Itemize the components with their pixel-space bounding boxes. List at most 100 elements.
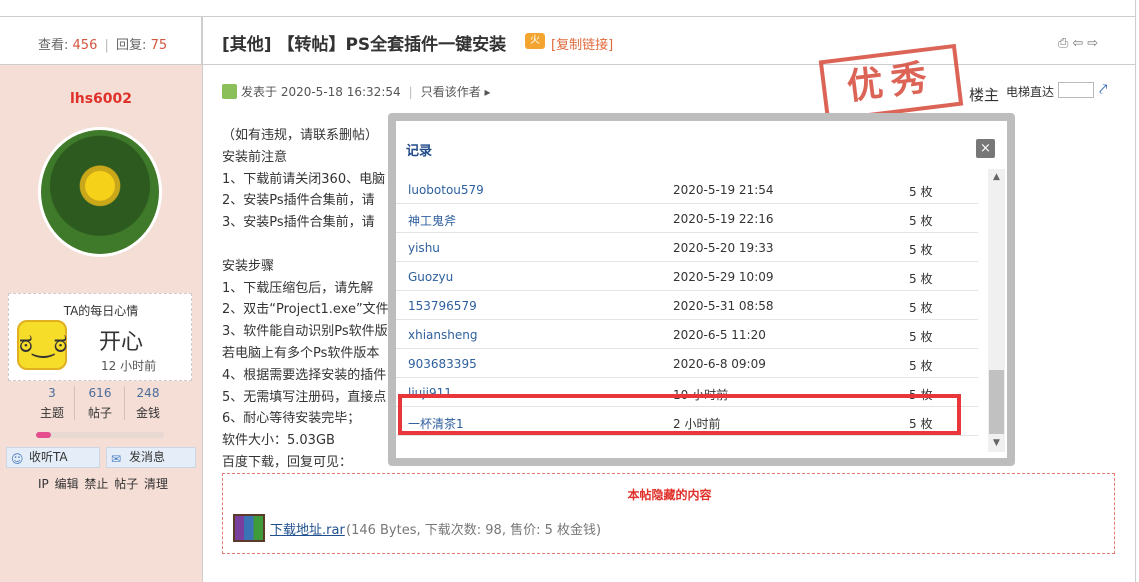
stat-divider <box>0 64 202 65</box>
online-status-icon <box>222 84 237 99</box>
stat-label: 金钱 <box>135 406 160 420</box>
record-amount: 5 枚 <box>909 359 933 373</box>
stat-money[interactable]: 248 金钱 <box>123 386 173 421</box>
floor-label: 楼主 <box>969 86 1000 104</box>
post-line: 1、下载压缩包后，请先解 <box>222 280 374 296</box>
record-time: 2020-5-20 19:33 <box>673 241 774 255</box>
record-amount: 5 枚 <box>909 214 933 228</box>
stat-label: 帖子 <box>87 406 112 420</box>
print-prev-next-icons[interactable]: ⎙⇦⇨ <box>1058 36 1102 51</box>
jump-label: 电梯直达 <box>1006 85 1055 99</box>
record-user[interactable]: yishu <box>408 241 440 255</box>
replies-count: 75 <box>150 38 168 53</box>
record-row: yishu 2020-5-20 19:33 5 枚 <box>396 233 978 262</box>
post-line: 1、下载前请关闭360、电脑 <box>222 171 386 187</box>
post-line: 若电脑上有多个Ps软件版本 <box>222 345 380 361</box>
scroll-up-icon[interactable]: ▲ <box>988 169 1005 186</box>
header-divider <box>203 64 1135 65</box>
record-amount: 5 枚 <box>909 243 933 257</box>
record-user[interactable]: 903683395 <box>408 357 477 371</box>
hidden-content-box: 本帖隐藏的内容 下载地址.rar (146 Bytes, 下载次数: 98, 售… <box>222 473 1115 554</box>
mood-time: 12 小时前 <box>101 359 157 373</box>
only-author-link[interactable]: 只看该作者 <box>421 85 481 99</box>
user-stats: 3 主题 616 帖子 248 金钱 <box>24 386 174 422</box>
stat-posts[interactable]: 616 帖子 <box>75 386 125 421</box>
copy-link[interactable]: [复制链接] <box>551 34 613 53</box>
scroll-down-icon[interactable]: ▼ <box>988 435 1005 452</box>
stat-label: 主题 <box>39 406 64 420</box>
admin-links[interactable]: IP 编辑 禁止 帖子 清理 <box>38 475 168 492</box>
post-line: 3、软件能自动识别Ps软件版 <box>222 324 388 340</box>
views-label: 查看: <box>38 38 69 53</box>
follow-label: 收听TA <box>29 450 68 464</box>
level-progress <box>36 432 164 438</box>
record-user[interactable]: 神工鬼斧 <box>408 212 456 229</box>
download-link[interactable]: 下载地址.rar <box>270 519 345 538</box>
column-divider <box>202 17 203 582</box>
play-arrow-icon: ▸ <box>484 85 491 99</box>
post-line: 百度下载，回复可见： <box>222 454 353 470</box>
record-time: 2020-6-8 09:09 <box>673 357 766 371</box>
record-user[interactable]: xhiansheng <box>408 328 477 342</box>
record-row: 153796579 2020-5-31 08:58 5 枚 <box>396 291 978 320</box>
post-line: 5、无需填写注册码，直接点 <box>222 389 387 405</box>
author-name[interactable]: lhs6002 <box>0 91 202 107</box>
record-user[interactable]: Guozyu <box>408 270 453 284</box>
jump-go-icon[interactable]: ⤤ <box>1099 80 1107 98</box>
record-amount: 5 枚 <box>909 330 933 344</box>
post-line: 2、双击“Project1.exe”文件 <box>222 302 389 318</box>
thread-title: [其他] 【转帖】PS全套插件一键安装 <box>222 35 507 55</box>
close-icon[interactable]: × <box>976 139 995 158</box>
stat-threads[interactable]: 3 主题 <box>27 386 77 421</box>
mail-icon: ✉ <box>111 452 122 466</box>
daily-mood: TA的每日心情 ಠ‿ಠ 开心 12 小时前 <box>8 293 192 381</box>
avatar[interactable] <box>38 127 162 257</box>
post-meta: 发表于 2020-5-18 16:32:54 | 只看该作者 ▸ <box>222 83 491 100</box>
record-time: 2020-5-19 21:54 <box>673 183 774 197</box>
hot-icon: 火 <box>525 33 545 49</box>
post-line: （如有违规，请联系删帖） <box>222 128 379 143</box>
level-progress-fill <box>36 432 52 438</box>
dialog-scrollbar[interactable]: ▲ ▼ <box>988 169 1005 452</box>
thread-page: 查看: 456 | 回复: 75 [其他] 【转帖】PS全套插件一键安装 火 [… <box>0 0 1139 582</box>
record-user[interactable]: 153796579 <box>408 299 477 313</box>
record-row: luobotou579 2020-5-19 21:54 5 枚 <box>396 175 978 204</box>
stats-separator: | <box>104 38 109 53</box>
right-border <box>1135 0 1136 582</box>
record-row: 神工鬼斧 2020-5-19 22:16 5 枚 <box>396 204 978 233</box>
views-count: 456 <box>72 38 98 53</box>
post-line: 6、耐心等待安装完毕； <box>222 411 361 427</box>
thread-stats: 查看: 456 | 回复: 75 <box>38 34 167 53</box>
message-label: 发消息 <box>129 450 166 464</box>
record-time: 2020-5-29 10:09 <box>673 270 774 284</box>
follow-button[interactable]: ☺ 收听TA <box>6 447 100 468</box>
dialog-title: 记录 <box>406 144 433 159</box>
follow-icon: ☺ <box>11 452 24 466</box>
replies-label: 回复: <box>116 38 147 53</box>
download-info: (146 Bytes, 下载次数: 98, 售价: 5 枚金钱) <box>346 523 602 538</box>
highlight-box <box>398 394 961 435</box>
stat-value: 616 <box>88 386 112 400</box>
record-amount: 5 枚 <box>909 272 933 286</box>
record-row: Guozyu 2020-5-29 10:09 5 枚 <box>396 262 978 291</box>
post-line: 3、安装Ps插件合集前，请 <box>222 215 375 231</box>
record-row: xhiansheng 2020-6-5 11:20 5 枚 <box>396 320 978 349</box>
hidden-content-title: 本帖隐藏的内容 <box>627 488 712 502</box>
posted-at: 发表于 2020-5-18 16:32:54 <box>241 85 401 99</box>
record-row: 903683395 2020-6-8 09:09 5 枚 <box>396 349 978 378</box>
post-line: 软件大小：5.03GB <box>222 433 335 449</box>
record-user[interactable]: luobotou579 <box>408 183 484 197</box>
message-button[interactable]: ✉ 发消息 <box>106 447 196 468</box>
floor-jump-input[interactable] <box>1058 82 1094 98</box>
stat-value: 248 <box>136 386 160 400</box>
record-amount: 5 枚 <box>909 301 933 315</box>
scroll-thumb[interactable] <box>989 370 1004 434</box>
meta-separator: | <box>408 85 413 99</box>
post-line: 2、安装Ps插件合集前，请 <box>222 193 375 209</box>
post-line: 安装步骤 <box>222 258 275 274</box>
mood-face-icon: ಠ‿ಠ <box>17 320 67 370</box>
post-line <box>222 234 402 256</box>
post-line: 4、根据需要选择安装的插件 <box>222 367 387 383</box>
record-time: 2020-6-5 11:20 <box>673 328 766 342</box>
post-content: （如有违规，请联系删帖） 安装前注意 1、下载前请关闭360、电脑 2、安装Ps插件合… <box>222 125 402 474</box>
